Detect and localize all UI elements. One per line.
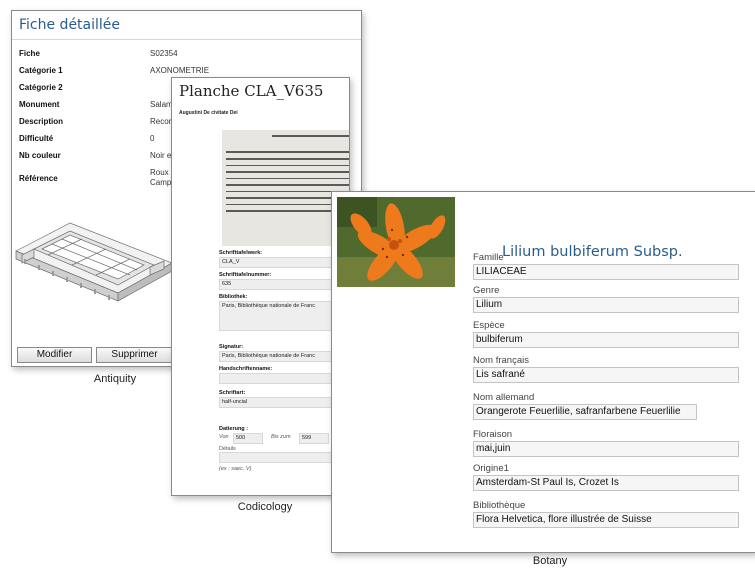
- caption-antiquity: Antiquity: [93, 373, 137, 385]
- genre-input[interactable]: Lilium: [473, 297, 739, 313]
- delete-button[interactable]: Supprimer: [96, 347, 173, 363]
- codicology-title: Planche CLA_V635: [179, 82, 324, 100]
- field-label: Schriftart:: [219, 390, 246, 396]
- floraison-input[interactable]: mai,juin: [473, 441, 739, 457]
- botany-window: Lilium bulbiferum Subsp. Famille LILIACE…: [331, 191, 755, 553]
- field-label: Floraison: [473, 429, 513, 440]
- nom-allemand-input[interactable]: Orangerote Feuerlilie, safranfarbene Feu…: [473, 404, 697, 420]
- field-floraison: Floraison mai,juin: [473, 429, 739, 457]
- field-label: Genre: [473, 285, 500, 296]
- field-espece: Espèce bulbiferum: [473, 320, 739, 348]
- field-label: Description: [19, 117, 64, 126]
- field-label: Monument: [19, 100, 60, 109]
- field-label: Fiche: [19, 49, 40, 58]
- field-label: Difficulté: [19, 134, 54, 143]
- datierung-label: Datierung :: [219, 426, 249, 432]
- field-label: Handschriftenname:: [219, 366, 273, 372]
- field-origine1: Origine1 Amsterdam-St Paul Is, Crozet Is: [473, 463, 739, 491]
- field-label: Bibliothèque: [473, 500, 526, 511]
- bibliotheque-input[interactable]: Flora Helvetica, flore illustrée de Suis…: [473, 512, 739, 528]
- field-label: Famille: [473, 252, 504, 263]
- field-signatur: Signatur: Paris, Bibliothèque nationale …: [219, 344, 345, 362]
- bis-input[interactable]: 599: [299, 433, 329, 444]
- schrifttafelwerk-input[interactable]: CLA_V: [219, 257, 345, 268]
- title-divider: [12, 39, 361, 40]
- nom-francais-input[interactable]: Lis safrané: [473, 367, 739, 383]
- field-genre: Genre Lilium: [473, 285, 739, 313]
- schrifttafelnummer-input[interactable]: 635: [219, 279, 345, 290]
- field-bibliotheque: Bibliothèque Flora Helvetica, flore illu…: [473, 500, 739, 528]
- axonometric-plan-image: [15, 222, 173, 302]
- famille-input[interactable]: LILIACEAE: [473, 264, 739, 280]
- field-label: Schrifttafelnummer:: [219, 272, 272, 278]
- field-value: S02354: [150, 49, 178, 58]
- bibliothek-input[interactable]: Paris, Bibliothèque nationale de Franc: [219, 301, 345, 331]
- field-label: Catégorie 1: [19, 66, 63, 75]
- field-label: Origine1: [473, 463, 509, 474]
- field-label: Catégorie 2: [19, 83, 63, 92]
- modify-button[interactable]: Modifier: [17, 347, 92, 363]
- field-famille: Famille LILIACEAE: [473, 252, 739, 280]
- field-label: Signatur:: [219, 344, 244, 350]
- field-label: Référence: [19, 174, 58, 183]
- field-nom-allemand: Nom allemand Orangerote Feuerlilie, safr…: [473, 392, 739, 420]
- field-nom-francais: Nom français Lis safrané: [473, 355, 739, 383]
- field-label: Nb couleur: [19, 151, 61, 160]
- field-schriftart: Schriftart: half-uncial: [219, 390, 345, 408]
- antiquity-title: Fiche détaillée: [19, 17, 121, 33]
- codicology-window: Planche CLA_V635 Augustini De civitate D…: [171, 77, 350, 496]
- von-label: Von: [219, 434, 229, 440]
- field-value: AXONOMETRIE: [150, 66, 210, 75]
- flower-image: [337, 197, 455, 287]
- field-bibliothek: Bibliothek: Paris, Bibliothèque national…: [219, 294, 345, 331]
- details-input[interactable]: [219, 452, 345, 463]
- datierung-group: Datierung : Von 500 Bis zum 599 Détails …: [219, 426, 345, 472]
- field-label: Schrifttafelwerk:: [219, 250, 263, 256]
- field-label: Espèce: [473, 320, 505, 331]
- von-input[interactable]: 500: [233, 433, 263, 444]
- signatur-input[interactable]: Paris, Bibliothèque nationale de Franc: [219, 351, 345, 362]
- field-label: Bibliothek:: [219, 294, 248, 300]
- datierung-hint: (ex : saec. V): [219, 466, 252, 472]
- schriftart-input[interactable]: half-uncial: [219, 397, 345, 408]
- espece-input[interactable]: bulbiferum: [473, 332, 739, 348]
- caption-botany: Botany: [532, 555, 568, 567]
- handschriftenname-input[interactable]: [219, 373, 345, 384]
- field-label: Nom français: [473, 355, 529, 366]
- origine1-input[interactable]: Amsterdam-St Paul Is, Crozet Is: [473, 475, 739, 491]
- codicology-subtitle: Augustini De civitate Dei: [179, 110, 238, 116]
- field-schrifttafelwerk: Schrifttafelwerk: CLA_V: [219, 250, 345, 268]
- field-handschriftenname: Handschriftenname:: [219, 366, 345, 384]
- field-schrifttafelnummer: Schrifttafelnummer: 635: [219, 272, 345, 290]
- field-label: Nom allemand: [473, 392, 535, 403]
- bis-label: Bis zum: [271, 434, 291, 440]
- lily-photo: [337, 197, 455, 287]
- caption-codicology: Codicology: [237, 501, 293, 513]
